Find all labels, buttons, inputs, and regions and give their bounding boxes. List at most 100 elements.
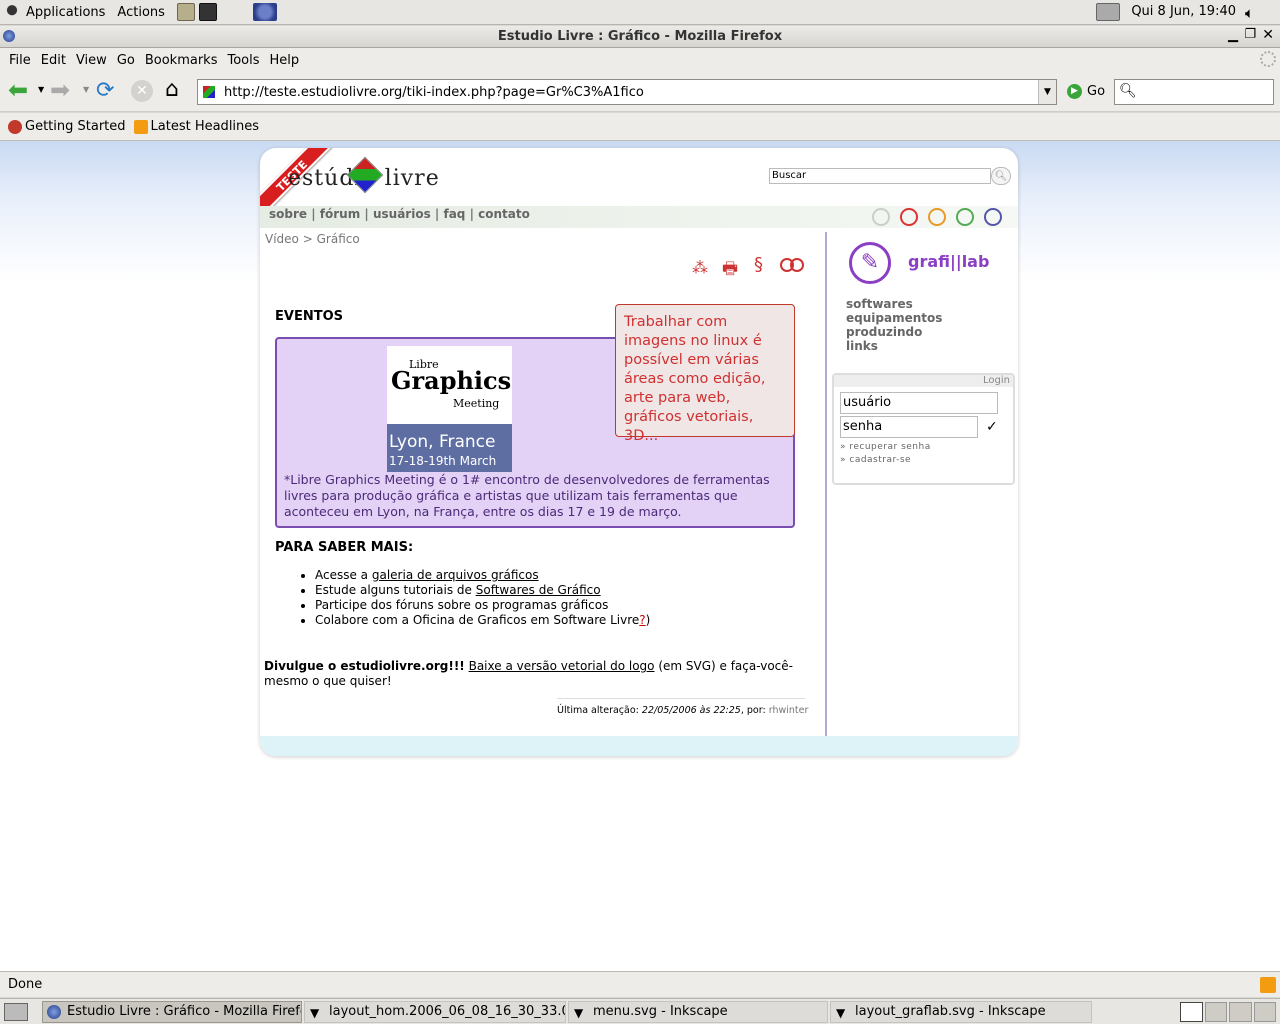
section-icon-blue[interactable] [984, 208, 1002, 226]
site-search-input[interactable]: Buscar [769, 168, 991, 184]
search-engine-icon[interactable]: 🔍︎ [1119, 83, 1137, 99]
eventos-text: *Libre Graphics Meeting é o 1# encontro … [284, 472, 770, 519]
translate-icon[interactable] [780, 258, 806, 272]
navigation-toolbar: ⬅ ▼ ➡ ▼ ⟳ ✕ ⌂ http://teste.estudiolivre.… [0, 72, 1280, 112]
home-icon[interactable]: ⌂ [165, 77, 179, 102]
site-footer-bar [260, 736, 1018, 756]
search-bar[interactable]: 🔍︎ [1114, 79, 1274, 105]
divulgue-bold: Divulgue o estudiolivre.org!!! [264, 659, 465, 673]
list-item-text: Colabore com a Oficina de Graficos em So… [315, 613, 640, 627]
bookmark-getting-started[interactable]: Getting Started [8, 119, 126, 134]
rss-icon [133, 119, 148, 134]
actions-menu[interactable]: Actions [111, 5, 171, 20]
graflab-pencil-icon: ✎ [849, 242, 891, 284]
maximize-icon[interactable]: ❐ [1244, 27, 1256, 42]
softwares-link[interactable]: Softwares de Gráfico [476, 583, 601, 597]
section-icon-red[interactable] [900, 208, 918, 226]
breadcrumb-parent[interactable]: Vídeo [265, 232, 299, 246]
section-icon-green[interactable] [956, 208, 974, 226]
forward-dropdown-icon[interactable]: ▼ [83, 85, 89, 94]
go-icon[interactable]: ▶ [1067, 84, 1082, 99]
forward-button-icon[interactable]: ➡ [50, 78, 70, 102]
printer-icon[interactable] [1096, 3, 1120, 21]
logo-download-link[interactable]: Baixe a versão vetorial do logo [469, 659, 655, 673]
menu-edit[interactable]: Edit [36, 53, 71, 68]
reload-icon[interactable]: ⟳ [96, 78, 114, 103]
menu-bookmarks[interactable]: Bookmarks [140, 53, 223, 68]
menubar: File Edit View Go Bookmarks Tools Help [0, 48, 1280, 72]
task-firefox[interactable]: Estudio Livre : Gráfico - Mozilla Firefo… [42, 1001, 302, 1023]
task-inkscape-graflab[interactable]: ▼ layout_graflab.svg - Inkscape [830, 1001, 1092, 1023]
volume-icon[interactable]: 🔈︎ [1245, 4, 1254, 22]
status-text: Done [8, 977, 43, 992]
login-submit-button[interactable]: ✓ [986, 419, 998, 435]
site-search-icon[interactable]: 🔍︎ [991, 167, 1011, 185]
galeria-link[interactable]: galeria de arquivos gráficos [372, 568, 539, 582]
applications-menu[interactable]: Applications [20, 5, 111, 20]
status-rss-icon[interactable] [1260, 977, 1276, 993]
workspace-3[interactable] [1229, 1002, 1252, 1022]
back-dropdown-icon[interactable]: ▼ [38, 85, 44, 94]
menu-help[interactable]: Help [265, 53, 305, 68]
login-box: Login usuário senha ✓ » recuperar senha … [832, 373, 1015, 485]
side-link-softwares[interactable]: softwares [846, 297, 942, 311]
url-text[interactable]: http://teste.estudiolivre.org/tiki-index… [224, 85, 644, 100]
workspace-4[interactable] [1253, 1002, 1276, 1022]
lgm-logo-image[interactable]: Libre Graphics Meeting Lyon, France 17-1… [387, 346, 512, 472]
workspace-2[interactable] [1204, 1002, 1227, 1022]
workspace-switcher[interactable] [1180, 1002, 1276, 1022]
go-button[interactable]: Go [1087, 84, 1105, 99]
workspace-1[interactable] [1180, 1002, 1203, 1022]
graflab-title: grafi||lab [908, 252, 990, 271]
window-titlebar[interactable]: Estudio Livre : Gráfico - Mozilla Firefo… [0, 26, 1280, 48]
topnav-forum[interactable]: fórum [320, 207, 360, 221]
bookmark-latest-headlines[interactable]: Latest Headlines [133, 119, 259, 134]
lgm-dates: 17-18-19th March [389, 454, 497, 468]
backlinks-icon[interactable]: ⁂ [692, 258, 708, 277]
gnome-foot-icon[interactable] [4, 3, 20, 21]
inkscape-task-icon: ▼ [574, 1006, 584, 1020]
lgm-line3: Meeting [453, 397, 500, 410]
topnav-usuarios[interactable]: usuários [373, 207, 431, 221]
topnav-contato[interactable]: contato [478, 207, 530, 221]
login-title: Login [983, 375, 1010, 386]
minimize-icon[interactable]: ▁ [1228, 28, 1238, 43]
back-button-icon[interactable]: ⬅ [8, 78, 28, 102]
site-favicon-icon [203, 86, 215, 98]
stop-icon[interactable]: ✕ [131, 80, 153, 102]
recover-password-link[interactable]: » recuperar senha [840, 442, 931, 452]
login-header: Login [834, 375, 1013, 387]
section-icon-orange[interactable] [928, 208, 946, 226]
menu-go[interactable]: Go [112, 53, 140, 68]
breadcrumb-current: Gráfico [316, 232, 360, 246]
menu-tools[interactable]: Tools [222, 53, 264, 68]
file-manager-launcher-icon[interactable] [176, 3, 195, 21]
terminal-launcher-icon[interactable] [198, 3, 217, 21]
menu-view[interactable]: View [71, 53, 112, 68]
url-bar[interactable]: http://teste.estudiolivre.org/tiki-index… [197, 79, 1057, 105]
task-inkscape-menu[interactable]: ▼ menu.svg - Inkscape [568, 1001, 828, 1023]
topnav-sobre[interactable]: sobre [269, 207, 307, 221]
print-icon[interactable]: 🖶︎ [722, 256, 738, 285]
history-icon[interactable]: § [754, 254, 763, 275]
register-link[interactable]: » cadastrar-se [840, 455, 911, 465]
side-link-produzindo[interactable]: produzindo [846, 325, 942, 339]
menu-file[interactable]: File [4, 53, 36, 68]
page-viewport: TESTE estúdio livre Buscar 🔍︎ sobre | fó… [0, 141, 1280, 971]
section-icon-white[interactable] [872, 208, 890, 226]
close-icon[interactable]: ✕ [1262, 27, 1274, 43]
side-link-links[interactable]: links [846, 339, 942, 353]
topnav-faq[interactable]: faq [443, 207, 465, 221]
login-password-input[interactable]: senha [840, 416, 978, 438]
last-change-user[interactable]: rhwinter [769, 705, 809, 716]
saber-mais-list: Acesse a galeria de arquivos gráficos Es… [315, 568, 650, 628]
login-username-input[interactable]: usuário [840, 392, 998, 414]
firefox-launcher-icon[interactable] [252, 3, 277, 21]
side-link-equipamentos[interactable]: equipamentos [846, 311, 942, 325]
info-tooltip: Trabalhar com imagens no linux é possíve… [615, 304, 795, 444]
list-item: Acesse a galeria de arquivos gráficos [315, 568, 650, 583]
show-desktop-icon[interactable] [4, 1003, 28, 1021]
url-history-dropdown-icon[interactable]: ▼ [1038, 80, 1056, 104]
clock[interactable]: Qui 8 Jun, 19:40 [1131, 4, 1236, 19]
task-inkscape-layout-hom[interactable]: ▼ layout_hom.2006_06_08_16_30_33.0 [304, 1001, 566, 1023]
